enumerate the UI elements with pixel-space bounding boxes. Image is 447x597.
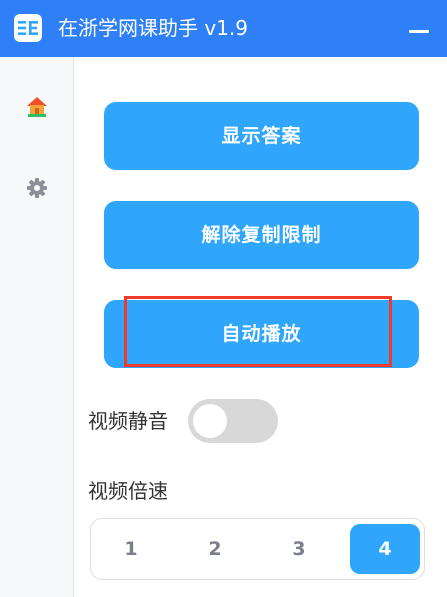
minimize-icon — [409, 30, 429, 33]
sidebar — [0, 57, 74, 597]
speed-selector: 1 2 3 4 — [90, 518, 425, 580]
gear-icon — [27, 178, 47, 198]
speed-option-4[interactable]: 4 — [350, 524, 420, 574]
speed-option-3[interactable]: 3 — [264, 524, 334, 574]
mute-label: 视频静音 — [88, 409, 168, 433]
speed-option-2[interactable]: 2 — [180, 524, 250, 574]
app-logo-icon — [14, 14, 42, 42]
titlebar: 在浙学网课助手 v1.9 — [0, 0, 447, 57]
main-panel: 显示答案 解除复制限制 自动播放 视频静音 视频倍速 1 2 3 4 — [74, 57, 447, 597]
home-icon — [27, 97, 47, 117]
auto-play-button[interactable]: 自动播放 — [104, 300, 419, 368]
show-answer-button[interactable]: 显示答案 — [104, 102, 419, 170]
speed-label: 视频倍速 — [88, 479, 168, 503]
sidebar-item-settings[interactable] — [24, 175, 50, 201]
toggle-knob — [193, 404, 227, 438]
speed-option-1[interactable]: 1 — [96, 524, 166, 574]
app-title: 在浙学网课助手 v1.9 — [58, 16, 248, 40]
mute-toggle[interactable] — [188, 399, 278, 443]
minimize-button[interactable] — [407, 20, 433, 40]
sidebar-item-home[interactable] — [24, 93, 50, 119]
remove-copy-limit-button[interactable]: 解除复制限制 — [104, 201, 419, 269]
